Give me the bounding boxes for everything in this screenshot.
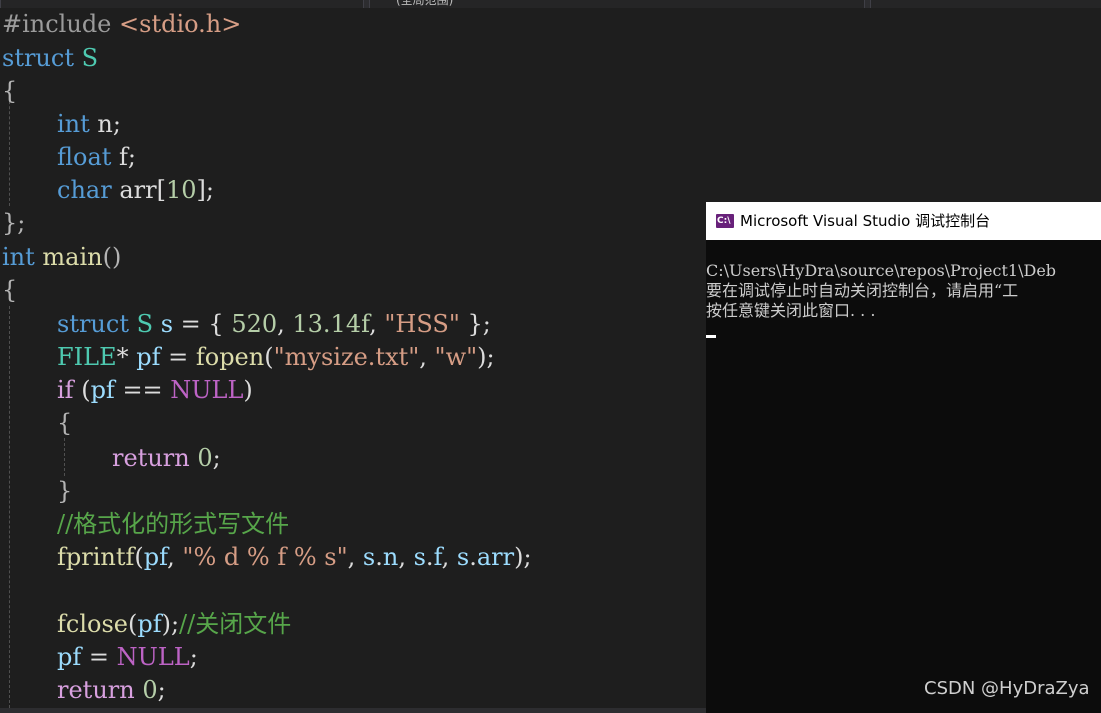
project-dropdown[interactable] (0, 0, 364, 8)
code-line-17: fprintf(pf, "% d % f % s", s.n, s.f, s.a… (57, 543, 532, 571)
console-output-line-1: C:\Users\HyDra\source\repos\Project1\Deb (706, 261, 1057, 280)
code-line-8: int main() (2, 243, 122, 271)
code-line-4: int n; (57, 110, 121, 138)
console-app-icon: C:\ (716, 214, 734, 228)
indent-guide (64, 438, 65, 476)
indent-guide (9, 306, 10, 708)
indent-guide (9, 96, 10, 206)
code-line-9: { (2, 276, 18, 304)
code-line-21: return 0; (57, 676, 166, 704)
code-line-6: char arr[10]; (57, 176, 214, 204)
code-line-5: float f; (57, 143, 137, 171)
debug-console-window[interactable]: C:\ Microsoft Visual Studio 调试控制台 C:\Use… (706, 202, 1101, 713)
console-output-line-2: 要在调试停止时自动关闭控制台，请启用“工 (706, 281, 1019, 300)
code-line-16: //格式化的形式写文件 (57, 510, 290, 538)
console-cursor (706, 335, 716, 338)
code-line-13: { (57, 409, 73, 437)
code-line-15: } (57, 477, 73, 505)
code-line-19: fclose(pf);//关闭文件 (57, 610, 292, 638)
code-line-20: pf = NULL; (57, 643, 198, 671)
console-title-bar[interactable]: C:\ Microsoft Visual Studio 调试控制台 (706, 202, 1101, 240)
watermark: CSDN @HyDraZya (924, 678, 1090, 699)
member-dropdown[interactable] (870, 0, 1101, 8)
code-line-7: }; (2, 209, 26, 237)
code-line-14: return 0; (112, 444, 221, 472)
scope-dropdown[interactable]: (全局范围) (369, 0, 865, 8)
scope-dropdown-label: (全局范围) (396, 0, 454, 7)
code-line-12: if (pf == NULL) (57, 376, 253, 404)
code-line-10: struct S s = { 520, 13.14f, "HSS" }; (57, 310, 491, 338)
code-line-2: struct S (2, 44, 99, 72)
code-line-11: FILE* pf = fopen("mysize.txt", "w"); (57, 343, 495, 371)
editor-navigation-bar: (全局范围) (0, 0, 1101, 8)
code-line-1: #include <stdio.h> (2, 10, 242, 38)
console-title: Microsoft Visual Studio 调试控制台 (740, 212, 991, 230)
console-output-line-3: 按任意键关闭此窗口. . . (706, 301, 876, 320)
code-line-3: { (2, 77, 18, 105)
